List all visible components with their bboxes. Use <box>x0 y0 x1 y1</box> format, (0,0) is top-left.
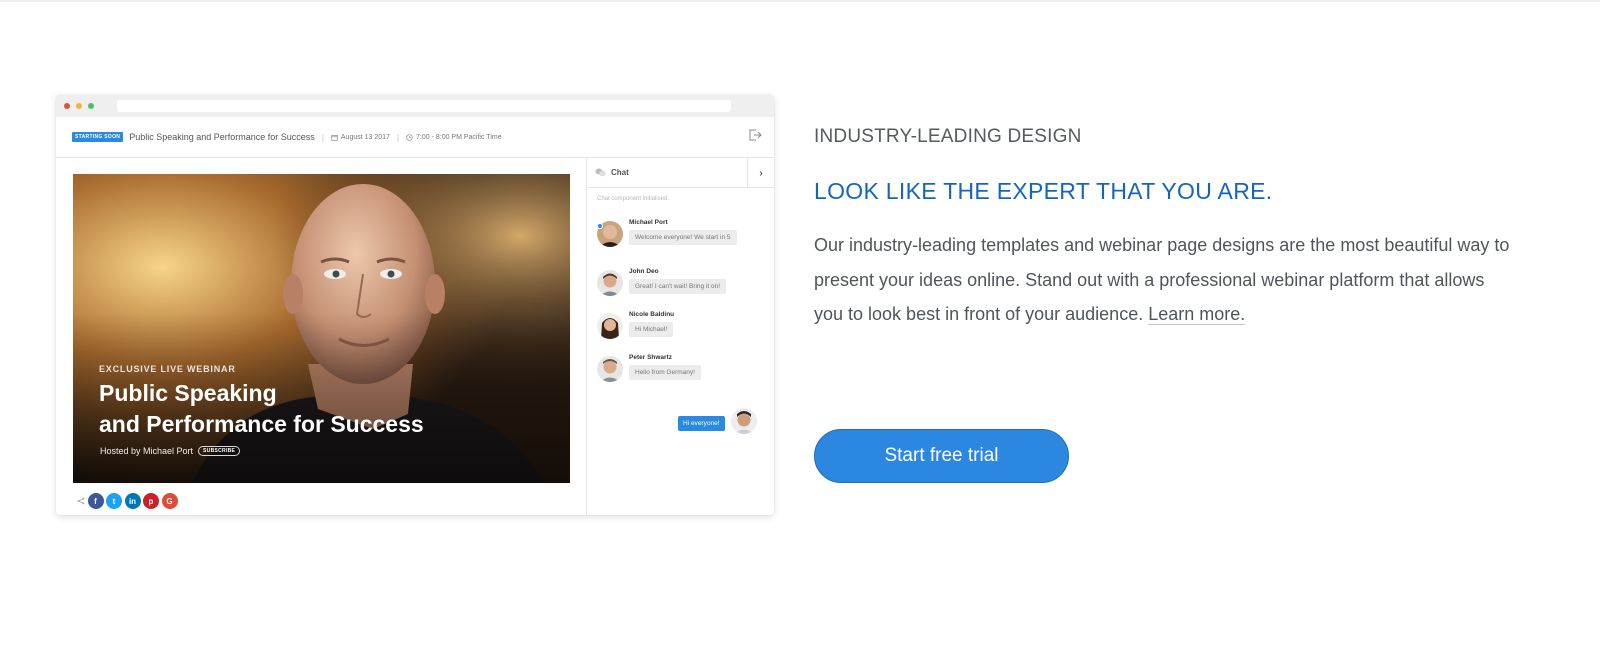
top-divider <box>0 0 1600 2</box>
event-time: 7:00 - 8:00 PM Pacific Time <box>406 134 502 141</box>
event-date-text: August 13 2017 <box>340 133 390 141</box>
chat-message-author: Nicole Baldinu <box>629 311 675 318</box>
section-headline: LOOK LIKE THE EXPERT THAT YOU ARE. <box>814 178 1273 204</box>
window-minimize-dot <box>76 103 82 109</box>
chat-message: Peter Shwartz Hello from Germany! <box>597 354 701 382</box>
share-bar: f t in p G <box>77 493 178 509</box>
exit-icon <box>749 129 762 141</box>
chat-message-author: John Deo <box>629 268 659 275</box>
event-time-text: 7:00 - 8:00 PM Pacific Time <box>416 133 502 141</box>
browser-toolbar <box>56 95 774 117</box>
webinar-title-line2: and Performance for Success <box>99 411 424 437</box>
calendar-icon <box>331 134 338 141</box>
own-chat-message-text: Hi everyone! <box>678 415 725 431</box>
chat-message: Michael Port Welcome everyone! We start … <box>597 219 737 247</box>
host-text: Hosted by Michael Port <box>100 446 194 456</box>
share-icon <box>77 497 85 505</box>
online-indicator <box>597 223 603 229</box>
chat-message-text: Hi Michael! <box>629 322 674 337</box>
separator: | <box>321 132 324 142</box>
avatar <box>730 408 757 434</box>
chat-header: Chat › <box>587 158 774 188</box>
chat-message: Nicole Baldinu Hi Michael! <box>597 311 675 339</box>
chat-message-author: Michael Port <box>629 219 668 226</box>
starting-soon-badge: STARTING SOON <box>72 132 124 142</box>
avatar <box>597 270 623 296</box>
chat-panel: Chat › Chat component initialised. Micha… <box>586 158 774 515</box>
subscribe-button[interactable]: SUBSCRIBE <box>198 446 241 456</box>
event-date: August 13 2017 <box>331 134 390 141</box>
webinar-eyebrow: EXCLUSIVE LIVE WEBINAR <box>99 364 236 374</box>
pinterest-icon[interactable]: p <box>143 493 159 509</box>
own-chat-message: Hi everyone! <box>678 408 757 434</box>
chat-message-text: Hello from Germany! <box>629 365 701 380</box>
chevron-right-icon[interactable]: › <box>747 158 774 188</box>
avatar <box>597 356 623 382</box>
webinar-title: Public Speaking and Performance for Succ… <box>99 378 519 440</box>
clock-icon <box>406 133 413 141</box>
separator: | <box>396 132 400 142</box>
learn-more-link[interactable]: Learn more. <box>1148 304 1246 325</box>
avatar <box>597 313 623 339</box>
chat-bubble-icon <box>595 168 606 177</box>
event-title: Public Speaking and Performance for Succ… <box>129 132 315 142</box>
chat-title: Chat <box>611 168 629 177</box>
google-plus-icon[interactable]: G <box>161 493 178 509</box>
video-player: EXCLUSIVE LIVE WEBINAR Public Speaking a… <box>73 174 570 483</box>
start-free-trial-button[interactable]: Start free trial <box>814 429 1069 483</box>
window-close-dot <box>64 103 70 109</box>
section-eyebrow: INDUSTRY-LEADING DESIGN <box>814 126 1082 147</box>
facebook-icon[interactable]: f <box>87 493 104 509</box>
twitter-icon[interactable]: t <box>106 493 122 509</box>
linkedin-icon[interactable]: in <box>124 493 141 509</box>
webinar-host: Hosted by Michael Port SUBSCRIBE <box>100 446 241 456</box>
chat-message-text: Great! I can't wait! Bring it on! <box>629 279 727 294</box>
chat-status: Chat component initialised. <box>597 196 670 202</box>
section-body: Our industry-leading templates and webin… <box>814 228 1514 332</box>
chat-message-text: Welcome everyone! We start in 5 <box>629 230 737 245</box>
window-maximize-dot <box>88 103 94 109</box>
event-header: STARTING SOON Public Speaking and Perfor… <box>56 117 774 158</box>
webinar-room-mockup: STARTING SOON Public Speaking and Perfor… <box>56 95 774 515</box>
chat-message: John Deo Great! I can't wait! Bring it o… <box>597 268 727 296</box>
webinar-title-line1: Public Speaking <box>99 380 277 406</box>
chat-message-author: Peter Shwartz <box>629 354 672 361</box>
address-bar <box>117 100 731 112</box>
